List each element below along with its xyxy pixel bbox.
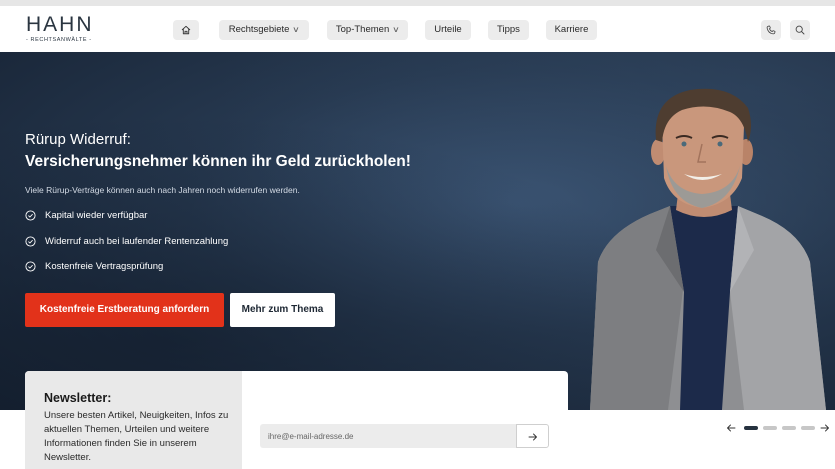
nav-item-rechtsgebiete[interactable]: Rechtsgebiete ∨ [219,20,309,40]
hero-lead: Viele Rürup-Verträge können auch nach Ja… [25,185,300,195]
arrow-left-icon[interactable] [726,421,736,435]
phone-button[interactable] [761,20,781,40]
slider-dot[interactable] [763,426,777,430]
check-circle-icon [25,235,36,247]
check-circle-icon [25,261,36,272]
newsletter-email-input[interactable] [260,424,517,448]
nav-item-top-themen[interactable]: Top-Themen ∨ [327,20,408,40]
arrow-right-icon [528,433,537,441]
home-icon [181,25,191,35]
logo-subtitle: - RECHTSANWÄLTE - [26,37,92,43]
newsletter-intro: Newsletter: Unsere besten Artikel, Neuig… [25,371,242,469]
nav-item-label: Rechtsgebiete [228,24,290,35]
nav-item-tipps[interactable]: Tipps [488,20,529,40]
phone-icon [766,25,776,35]
arrow-right-icon[interactable] [820,421,830,435]
newsletter-text: Unsere besten Artikel, Neuigkeiten, Info… [44,410,229,463]
hero-headline: Versicherungsnehmer können ihr Geld zurü… [25,153,411,170]
nav-home-button[interactable] [173,20,199,40]
nav-item-label: Top-Themen [335,24,390,35]
free-consultation-button[interactable]: Kostenfreie Erstberatung anfordern [25,293,224,327]
nav-item-karriere[interactable]: Karriere [546,20,597,40]
check-circle-icon [25,210,36,221]
logo-wordmark: HAHN [26,13,94,36]
more-info-button[interactable]: Mehr zum Thema [230,293,335,327]
newsletter-submit-button[interactable] [516,424,549,448]
benefit-text: Widerruf auch bei laufender Rentenzahlun… [45,235,229,247]
nav-item-label: Karriere [554,24,589,35]
hero-eyebrow: Rürup Widerruf: [25,131,131,148]
search-icon [795,25,805,35]
search-button[interactable] [790,20,810,40]
slider-navigation [726,421,830,435]
nav-item-label: Tipps [497,24,520,35]
newsletter-title: Newsletter: [44,391,112,405]
slider-dot[interactable] [801,426,815,430]
chevron-down-icon: ∨ [392,25,400,34]
hero-banner: Rürup Widerruf: Versicherungsnehmer könn… [0,52,835,410]
slider-dot[interactable] [782,426,796,430]
newsletter-panel: Newsletter: Unsere besten Artikel, Neuig… [25,371,568,469]
site-logo[interactable]: HAHN - RECHTSANWÄLTE - [26,13,94,45]
nav-item-urteile[interactable]: Urteile [425,20,471,40]
benefit-text: Kapital wieder verfügbar [45,210,148,221]
hero-person-photo [590,88,826,410]
nav-item-label: Urteile [434,24,462,35]
site-header: HAHN - RECHTSANWÄLTE - Rechtsgebiete ∨ To… [0,6,835,52]
slider-dot[interactable] [744,426,758,430]
chevron-down-icon: ∨ [292,25,301,34]
benefit-text: Kostenfreie Vertragsprüfung [45,261,164,272]
